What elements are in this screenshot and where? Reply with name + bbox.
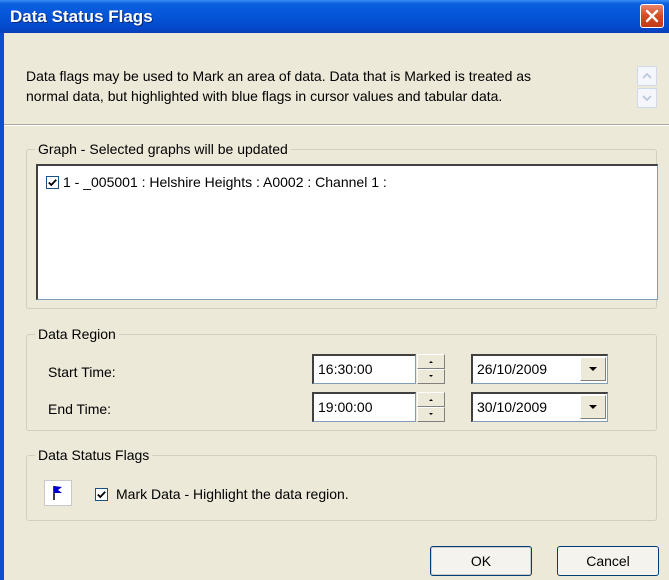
start-time-input[interactable]: 16:30:00: [312, 354, 416, 384]
graph-list-item[interactable]: 1 - _005001 : Helshire Heights : A0002 :…: [46, 174, 387, 190]
start-date-dropdown-button[interactable]: [580, 357, 606, 381]
close-button[interactable]: [640, 4, 664, 28]
ok-button[interactable]: OK: [430, 546, 532, 576]
graph-checkbox[interactable]: [46, 175, 59, 189]
start-time-value: 16:30:00: [318, 361, 373, 377]
end-date-value: 30/10/2009: [477, 399, 548, 415]
description-scrollbar[interactable]: [637, 66, 657, 108]
end-time-down-button[interactable]: [417, 407, 445, 422]
start-time-label: Start Time:: [48, 364, 116, 380]
window-title: Data Status Flags: [10, 7, 153, 26]
graph-item-label: 1 - _005001 : Helshire Heights : A0002 :…: [63, 174, 387, 190]
mark-data-checkbox[interactable]: [95, 487, 108, 501]
start-date-select[interactable]: 26/10/2009: [471, 354, 608, 384]
mark-data-label: Mark Data - Highlight the data region.: [116, 486, 349, 502]
end-time-up-button[interactable]: [417, 392, 445, 407]
end-time-spinner[interactable]: [417, 392, 445, 422]
description-text: Data flags may be used to Mark an area o…: [26, 66, 606, 106]
description-line-1: Data flags may be used to Mark an area o…: [26, 68, 532, 84]
dialog-window: Data Status Flags Data flags may be used…: [0, 0, 669, 580]
start-time-spinner[interactable]: [417, 354, 445, 384]
end-date-select[interactable]: 30/10/2009: [471, 392, 608, 422]
end-time-label: End Time:: [48, 401, 112, 417]
graph-list[interactable]: 1 - _005001 : Helshire Heights : A0002 :…: [36, 164, 658, 300]
mark-data-option[interactable]: Mark Data - Highlight the data region.: [95, 486, 349, 502]
start-date-value: 26/10/2009: [477, 361, 548, 377]
title-bar[interactable]: Data Status Flags: [0, 0, 669, 33]
end-time-value: 19:00:00: [318, 399, 373, 415]
description-line-2: normal data, but highlighted with blue f…: [26, 88, 503, 104]
window-frame-left: [0, 33, 4, 580]
end-time-input[interactable]: 19:00:00: [312, 392, 416, 422]
scroll-down-button[interactable]: [637, 88, 657, 108]
start-time-up-button[interactable]: [417, 354, 445, 369]
data-region-label: Data Region: [35, 325, 119, 343]
status-flags-label: Data Status Flags: [35, 446, 153, 464]
end-date-dropdown-button[interactable]: [580, 395, 606, 419]
graph-group-label: Graph - Selected graphs will be updated: [35, 140, 291, 158]
start-time-down-button[interactable]: [417, 369, 445, 384]
cancel-button[interactable]: Cancel: [557, 546, 659, 576]
scroll-up-button[interactable]: [637, 66, 657, 86]
header-separator: [4, 124, 669, 126]
flag-icon-box: [44, 480, 72, 506]
